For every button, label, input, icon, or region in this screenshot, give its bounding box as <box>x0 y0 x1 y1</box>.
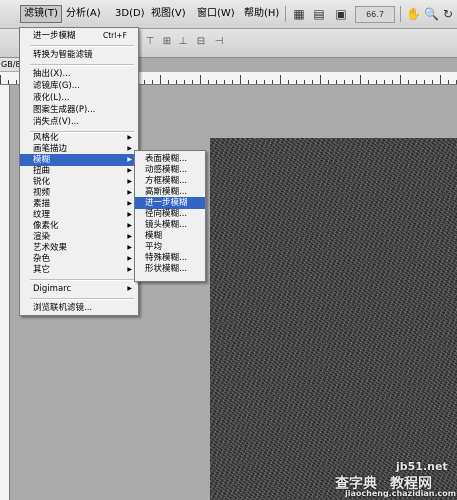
menu-item-filter-gallery[interactable]: 滤镜库(G)... <box>20 80 138 92</box>
align-bottom-icon[interactable]: ⊥ <box>176 35 190 49</box>
submenu-arrow-icon: ▶ <box>127 266 132 273</box>
filter-menu: 进一步模糊 Ctrl+F 转换为智能滤镜 抽出(X)... 滤镜库(G)... … <box>19 27 139 316</box>
arrange-icon[interactable]: ▣ <box>334 7 348 21</box>
menu-window[interactable]: 窗口(W) <box>194 6 238 22</box>
menu-item-last-filter[interactable]: 进一步模糊 Ctrl+F <box>20 30 138 42</box>
rotate-view-icon[interactable]: ↻ <box>441 7 455 21</box>
menubar-divider <box>400 6 401 22</box>
submenu-arrow-icon: ▶ <box>127 285 132 292</box>
menu-analysis[interactable]: 分析(A) <box>63 6 104 22</box>
submenu-item-shape-blur[interactable]: 形状模糊... <box>135 263 205 275</box>
menu-help[interactable]: 帮助(H) <box>241 6 282 22</box>
menu-item-extract[interactable]: 抽出(X)... <box>20 68 138 80</box>
menu-3d[interactable]: 3D(D) <box>112 6 148 22</box>
bridge-icon[interactable]: ▦ <box>292 7 306 21</box>
menu-separator <box>30 45 134 47</box>
distribute-icon[interactable]: ⊟ <box>194 35 208 49</box>
zoom-level[interactable]: 66.7 <box>355 6 395 23</box>
menu-separator <box>30 64 134 66</box>
watermark-url: jiaocheng.chazidian.com <box>345 489 457 498</box>
align-top-icon[interactable]: ⊤ <box>143 35 157 49</box>
menu-item-vanishing-point[interactable]: 消失点(V)... <box>20 116 138 128</box>
menu-item-other[interactable]: 其它 ▶ <box>20 264 138 276</box>
menu-view[interactable]: 视图(V) <box>148 6 189 22</box>
shortcut-label: Ctrl+F <box>103 31 127 40</box>
menu-separator <box>30 298 134 300</box>
menubar-divider <box>285 6 286 22</box>
vertical-ruler <box>0 85 10 500</box>
menu-bar: 滤镜(T) 分析(A) 3D(D) 视图(V) 窗口(W) 帮助(H) ▦ ▤ … <box>0 0 457 29</box>
menu-filter[interactable]: 滤镜(T) <box>20 5 62 23</box>
blur-submenu: 表面模糊... 动感模糊... 方框模糊... 高斯模糊... 进一步模糊 径向… <box>134 150 206 282</box>
menu-item-pattern-maker[interactable]: 图案生成器(P)... <box>20 104 138 116</box>
mini-bridge-icon[interactable]: ▤ <box>312 7 326 21</box>
watermark-site: jb51.net <box>396 460 448 473</box>
menu-item-digimarc[interactable]: Digimarc ▶ <box>20 283 138 295</box>
menu-item-smart-filter[interactable]: 转换为智能滤镜 <box>20 49 138 61</box>
align-left-icon[interactable]: ⊣ <box>212 35 226 49</box>
menu-item-browse-filters-online[interactable]: 浏览联机滤镜... <box>20 302 138 314</box>
zoom-tool-icon[interactable]: 🔍 <box>424 7 439 21</box>
align-middle-icon[interactable]: ⊞ <box>160 35 174 49</box>
noise-canvas[interactable]: jb51.net 查字典 教程网 jiaocheng.chazidian.com <box>210 138 457 500</box>
menu-separator <box>30 279 134 281</box>
hand-tool-icon[interactable]: ✋ <box>406 7 421 21</box>
menu-item-liquify[interactable]: 液化(L)... <box>20 92 138 104</box>
